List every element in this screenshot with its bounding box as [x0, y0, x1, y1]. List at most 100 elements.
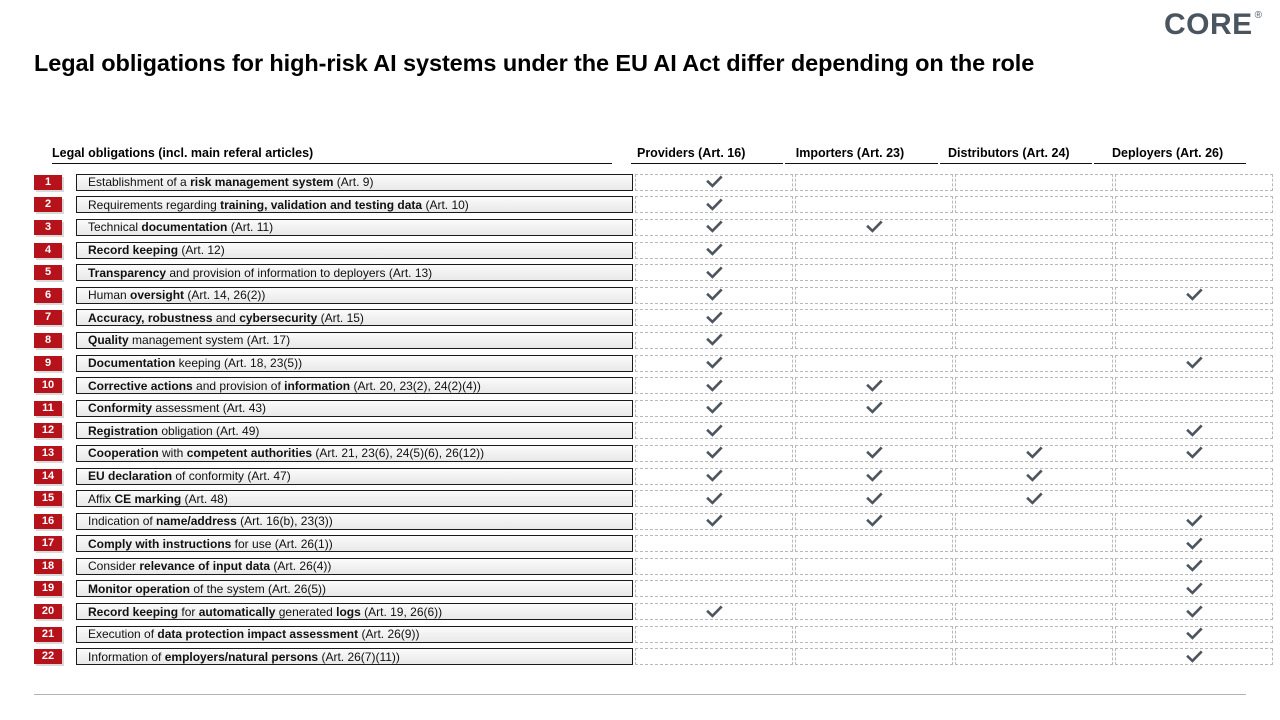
- obligation-label-box: Comply with instructions for use (Art. 2…: [76, 535, 633, 553]
- matrix-cell-deployers: [1115, 354, 1273, 372]
- matrix-cell-distributors: [955, 241, 1113, 259]
- table-row: 20 Record keeping for automatically gener…: [34, 600, 1273, 623]
- matrix-cell-importers: [795, 286, 953, 304]
- header-rule-providers: [631, 163, 784, 168]
- obligation-label-box: Documentation keeping (Art. 18, 23(5)): [76, 354, 633, 372]
- check-icon: [1185, 356, 1203, 370]
- matrix-cell-distributors: [955, 625, 1113, 643]
- obligation-label-box: Transparency and provision of informatio…: [76, 264, 633, 282]
- matrix-cell-importers: [795, 535, 953, 553]
- row-number-badge: 22: [34, 649, 62, 665]
- matrix-cell-importers: [795, 467, 953, 485]
- table-row: 10 Corrective actions and provision of in…: [34, 374, 1273, 397]
- matrix-cell-deployers: [1115, 399, 1273, 417]
- check-icon: [1185, 559, 1203, 573]
- matrix-cell-providers: [635, 309, 793, 327]
- row-number-badge: 12: [34, 423, 62, 439]
- row-number-badge: 5: [34, 265, 62, 281]
- matrix-cell-deployers: [1115, 512, 1273, 530]
- obligation-label-box: Human oversight (Art. 14, 26(2)): [76, 286, 633, 304]
- obligation-label-box: Conformity assessment (Art. 43): [76, 399, 633, 417]
- obligation-label-text: Consider relevance of input data (Art. 2…: [88, 559, 332, 574]
- check-icon: [705, 424, 723, 438]
- row-number-badge: 6: [34, 287, 62, 303]
- obligation-label-text: Affix CE marking (Art. 48): [88, 491, 228, 506]
- row-number-badge: 2: [34, 197, 62, 213]
- matrix-cell-providers: [635, 354, 793, 372]
- obligation-label-text: Indication of name/address (Art. 16(b), …: [88, 514, 333, 529]
- matrix-cell-deployers: [1115, 196, 1273, 214]
- table-row: 2 Requirements regarding training, valida…: [34, 194, 1273, 217]
- matrix-cell-distributors: [955, 648, 1113, 666]
- check-icon: [865, 446, 883, 460]
- check-icon: [705, 356, 723, 370]
- matrix-cell-importers: [795, 264, 953, 282]
- obligation-label-box: Record keeping (Art. 12): [76, 241, 633, 259]
- check-icon: [1185, 288, 1203, 302]
- table-row: 11 Conformity assessment (Art. 43): [34, 397, 1273, 420]
- matrix-cell-importers: [795, 331, 953, 349]
- table-row: 1 Establishment of a risk management syst…: [34, 171, 1273, 194]
- matrix-cell-distributors: [955, 603, 1113, 621]
- matrix-cell-distributors: [955, 264, 1113, 282]
- check-icon: [1185, 582, 1203, 596]
- row-number-badge: 11: [34, 400, 62, 416]
- obligation-label-text: Conformity assessment (Art. 43): [88, 401, 267, 416]
- matrix-cell-distributors: [955, 399, 1113, 417]
- matrix-cell-providers: [635, 444, 793, 462]
- matrix-cell-providers: [635, 286, 793, 304]
- row-number-badge: 17: [34, 536, 62, 552]
- check-icon: [865, 220, 883, 234]
- matrix-cell-providers: [635, 580, 793, 598]
- check-icon: [1185, 627, 1203, 641]
- matrix-cell-distributors: [955, 218, 1113, 236]
- table-row: 4 Record keeping (Art. 12): [34, 239, 1273, 262]
- table-row: 7 Accuracy, robustness and cybersecurity …: [34, 307, 1273, 330]
- table-row: 9 Documentation keeping (Art. 18, 23(5)): [34, 352, 1273, 375]
- obligation-label-text: Documentation keeping (Art. 18, 23(5)): [88, 356, 303, 371]
- check-icon: [1025, 469, 1043, 483]
- check-icon: [705, 605, 723, 619]
- check-icon: [1185, 650, 1203, 664]
- matrix-cell-importers: [795, 309, 953, 327]
- check-icon: [705, 492, 723, 506]
- obligation-label-text: Technical documentation (Art. 11): [88, 220, 274, 235]
- check-icon: [1185, 446, 1203, 460]
- matrix-cell-importers: [795, 512, 953, 530]
- row-number-badge: 7: [34, 310, 62, 326]
- matrix-cell-deployers: [1115, 648, 1273, 666]
- row-number-badge: 4: [34, 242, 62, 258]
- table-row: 15 Affix CE marking (Art. 48): [34, 487, 1273, 510]
- table-row: 22 Information of employers/natural perso…: [34, 645, 1273, 668]
- obligation-label-text: Monitor operation of the system (Art. 26…: [88, 581, 327, 596]
- row-number-badge: 3: [34, 219, 62, 235]
- obligation-label-box: Corrective actions and provision of info…: [76, 377, 633, 395]
- matrix-cell-distributors: [955, 512, 1113, 530]
- matrix-cell-providers: [635, 557, 793, 575]
- matrix-cell-distributors: [955, 309, 1113, 327]
- table-row: 18 Consider relevance of input data (Art.…: [34, 555, 1273, 578]
- row-number-badge: 14: [34, 468, 62, 484]
- obligation-label-box: Registration obligation (Art. 49): [76, 422, 633, 440]
- matrix-cell-distributors: [955, 354, 1113, 372]
- matrix-cell-importers: [795, 580, 953, 598]
- page-title: Legal obligations for high-risk AI syste…: [34, 50, 1035, 76]
- matrix-cell-providers: [635, 490, 793, 508]
- matrix-cell-providers: [635, 196, 793, 214]
- matrix-cell-deployers: [1115, 331, 1273, 349]
- obligation-label-text: Requirements regarding training, validat…: [88, 197, 469, 212]
- row-number-badge: 18: [34, 558, 62, 574]
- check-icon: [865, 469, 883, 483]
- check-icon: [1185, 605, 1203, 619]
- matrix-cell-distributors: [955, 490, 1113, 508]
- obligation-label-text: Execution of data protection impact asse…: [88, 627, 420, 642]
- check-icon: [705, 469, 723, 483]
- matrix-cell-providers: [635, 218, 793, 236]
- check-icon: [865, 401, 883, 415]
- matrix-cell-importers: [795, 625, 953, 643]
- matrix-header-row: Legal obligations (incl. main referal ar…: [34, 139, 1246, 163]
- header-rule-importers: [785, 163, 938, 168]
- table-row: 19 Monitor operation of the system (Art. …: [34, 578, 1273, 601]
- column-header-providers: Providers (Art. 16): [636, 145, 746, 160]
- matrix-cell-providers: [635, 264, 793, 282]
